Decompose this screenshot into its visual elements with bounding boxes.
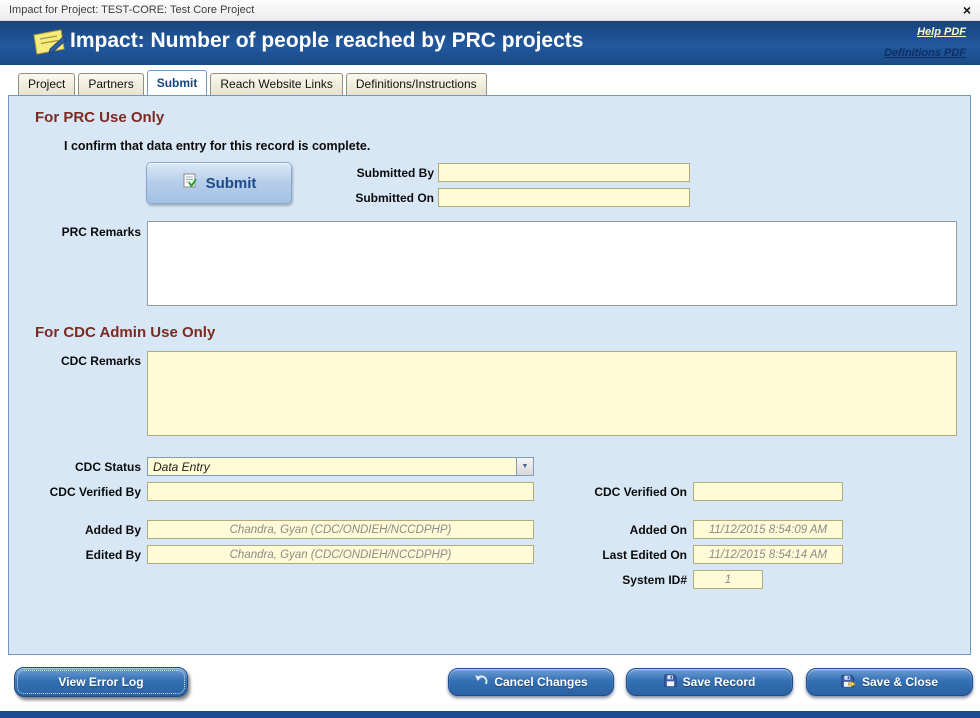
system-id-field[interactable]	[693, 570, 763, 589]
tab-project[interactable]: Project	[18, 73, 75, 95]
prc-remarks-textarea[interactable]	[147, 221, 957, 306]
prc-section-heading: For PRC Use Only	[35, 109, 164, 126]
cdc-remarks-label: CDC Remarks	[39, 354, 141, 368]
cdc-verified-on-field[interactable]	[693, 482, 843, 501]
system-id-label: System ID#	[569, 573, 687, 587]
submit-tab-panel: For PRC Use Only I confirm that data ent…	[8, 95, 971, 655]
cdc-status-label: CDC Status	[39, 460, 141, 474]
undo-icon	[474, 674, 488, 690]
tab-partners[interactable]: Partners	[78, 73, 143, 95]
tab-strip: Project Partners Submit Reach Website Li…	[18, 70, 490, 95]
tab-submit[interactable]: Submit	[147, 70, 208, 95]
definitions-pdf-link[interactable]: Definitions PDF	[884, 47, 966, 59]
added-on-label: Added On	[569, 523, 687, 537]
tab-definitions-instructions[interactable]: Definitions/Instructions	[346, 73, 487, 95]
help-pdf-link[interactable]: Help PDF	[917, 26, 966, 38]
added-by-label: Added By	[39, 523, 141, 537]
added-on-field[interactable]	[693, 520, 843, 539]
cdc-section-heading: For CDC Admin Use Only	[35, 324, 215, 341]
cdc-status-dropdown[interactable]: Data Entry ▼	[147, 457, 534, 476]
save-record-label: Save Record	[683, 675, 756, 689]
window-titlebar: Impact for Project: TEST-CORE: Test Core…	[0, 0, 980, 21]
save-and-close-label: Save & Close	[862, 675, 938, 689]
cancel-changes-button[interactable]: Cancel Changes	[448, 668, 614, 696]
cancel-changes-label: Cancel Changes	[494, 675, 587, 689]
save-and-close-button[interactable]: Save & Close	[806, 668, 973, 696]
cdc-verified-on-label: CDC Verified On	[569, 485, 687, 499]
app-window: Impact for Project: TEST-CORE: Test Core…	[0, 0, 980, 718]
view-error-log-label: View Error Log	[58, 675, 143, 689]
cdc-verified-by-field[interactable]	[147, 482, 534, 501]
cdc-verified-by-label: CDC Verified By	[19, 485, 141, 499]
floppy-disk-arrow-icon	[841, 674, 856, 691]
tab-reach-website-links[interactable]: Reach Website Links	[210, 73, 343, 95]
submit-form-check-icon	[182, 173, 198, 193]
floppy-disk-icon	[664, 674, 677, 690]
form-header: Impact: Number of people reached by PRC …	[0, 21, 980, 65]
confirm-text: I confirm that data entry for this recor…	[64, 139, 370, 153]
page-title: Impact: Number of people reached by PRC …	[70, 29, 583, 53]
submit-button[interactable]: Submit	[146, 162, 292, 204]
bottom-accent-bar	[0, 711, 980, 718]
chevron-down-icon[interactable]: ▼	[516, 458, 533, 475]
submit-button-label: Submit	[206, 175, 257, 192]
edited-by-field[interactable]	[147, 545, 534, 564]
edited-by-label: Edited By	[39, 548, 141, 562]
submitted-by-label: Submitted By	[309, 166, 434, 180]
cdc-remarks-textarea[interactable]	[147, 351, 957, 436]
close-icon[interactable]: ×	[963, 3, 971, 17]
submitted-on-field[interactable]	[438, 188, 690, 207]
last-edited-on-field[interactable]	[693, 545, 843, 564]
submitted-by-field[interactable]	[438, 163, 690, 182]
cdc-status-value: Data Entry	[148, 458, 516, 475]
added-by-field[interactable]	[147, 520, 534, 539]
note-pen-icon	[30, 28, 68, 63]
last-edited-on-label: Last Edited On	[569, 548, 687, 562]
view-error-log-button[interactable]: View Error Log	[14, 667, 188, 697]
save-record-button[interactable]: Save Record	[626, 668, 793, 696]
submitted-on-label: Submitted On	[309, 191, 434, 205]
window-title: Impact for Project: TEST-CORE: Test Core…	[9, 4, 254, 16]
prc-remarks-label: PRC Remarks	[39, 225, 141, 239]
